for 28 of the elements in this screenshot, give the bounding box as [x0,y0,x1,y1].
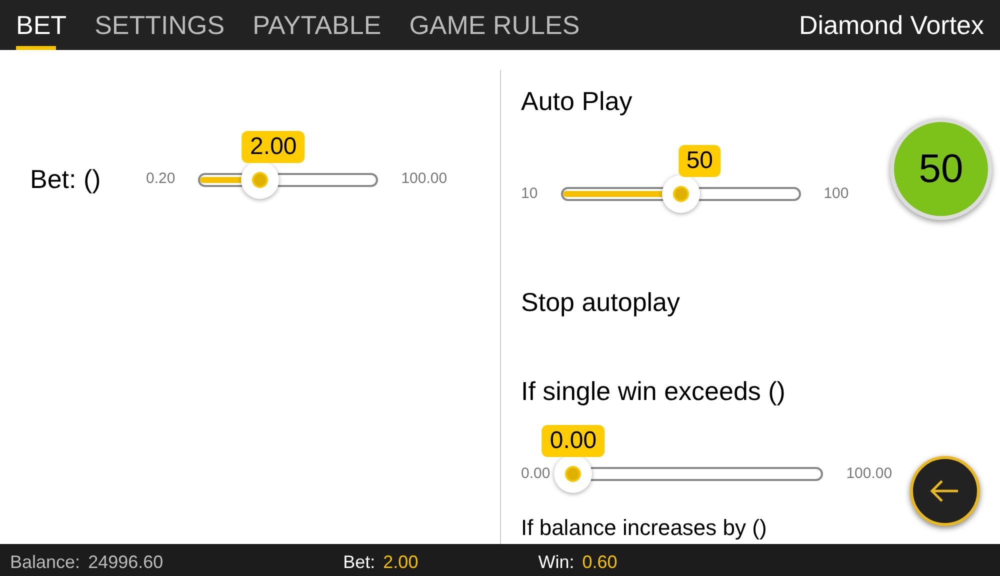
tab[interactable]: PAYTABLE [252,0,382,50]
slider-min-label: 10 [521,184,538,204]
stop-autoplay-heading: Stop autoplay [521,286,682,319]
slider-min-label: 0.20 [146,169,176,190]
balance-label: Balance: [10,550,80,574]
game-title: Diamond Vortex [799,8,984,42]
bet-status-value: 2.00 [383,550,418,574]
arrow-left-icon [930,479,960,503]
tab[interactable]: GAME RULES [409,0,580,50]
slider-max-label: 100 [824,184,849,204]
slider-value-badge: 50 [678,145,722,177]
tab[interactable]: SETTINGS [94,0,225,50]
slider-max-label: 100.00 [401,169,448,190]
auto-play-heading: Auto Play [521,85,634,118]
slider-value-badge: 0.00 [542,425,605,457]
slider-min-label: 0.00 [521,464,550,484]
single-win-label: If single win exceeds () [521,375,786,408]
win-value: 0.60 [582,550,618,574]
back-button[interactable] [910,456,980,526]
tab[interactable]: BET [16,0,67,50]
win-label: Win: [538,550,574,574]
slider-max-label: 100.00 [846,464,892,484]
balance-value: 24996.60 [88,550,164,574]
bet-status-label: Bet: [343,550,376,574]
bet-label: Bet: () [30,163,102,196]
balance-increase-label: If balance increases by () [521,514,767,542]
play-button[interactable]: 50 [890,118,992,220]
slider-value-badge: 2.00 [242,130,305,162]
